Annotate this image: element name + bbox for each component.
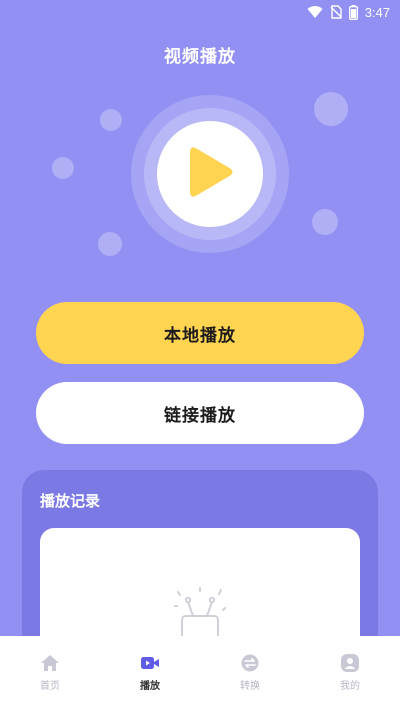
no-sim-icon [330, 5, 342, 19]
home-icon [40, 654, 60, 672]
battery-icon [348, 4, 358, 20]
tab-label: 播放 [140, 681, 160, 692]
tab-label: 我的 [340, 681, 360, 692]
empty-tv-icon [174, 586, 226, 640]
status-bar: 3:47 [0, 0, 400, 24]
tab-label: 首页 [40, 681, 60, 692]
video-icon [140, 654, 160, 672]
page-title: 视频播放 [164, 47, 236, 67]
convert-icon [240, 654, 260, 672]
history-title: 播放记录 [40, 492, 101, 510]
decor-bubble [98, 232, 122, 256]
profile-icon [340, 654, 360, 672]
decor-bubble [52, 157, 74, 179]
status-time: 3:47 [364, 4, 390, 20]
tab-label: 转换 [240, 681, 260, 692]
tab-convert[interactable]: 转换 [210, 654, 290, 692]
local-play-button[interactable]: 本地播放 [36, 302, 364, 364]
tab-play[interactable]: 播放 [110, 654, 190, 692]
tab-profile[interactable]: 我的 [310, 654, 390, 692]
play-icon [186, 144, 234, 204]
tab-home[interactable]: 首页 [10, 654, 90, 692]
decor-bubble [100, 109, 122, 131]
decor-bubble [312, 209, 338, 235]
link-play-button[interactable]: 链接播放 [36, 382, 364, 444]
decor-bubble [314, 92, 348, 126]
wifi-icon [307, 5, 323, 19]
bottom-tab-bar: 首页 播放 转换 我的 [0, 636, 400, 712]
hero-play-button[interactable] [157, 121, 263, 227]
